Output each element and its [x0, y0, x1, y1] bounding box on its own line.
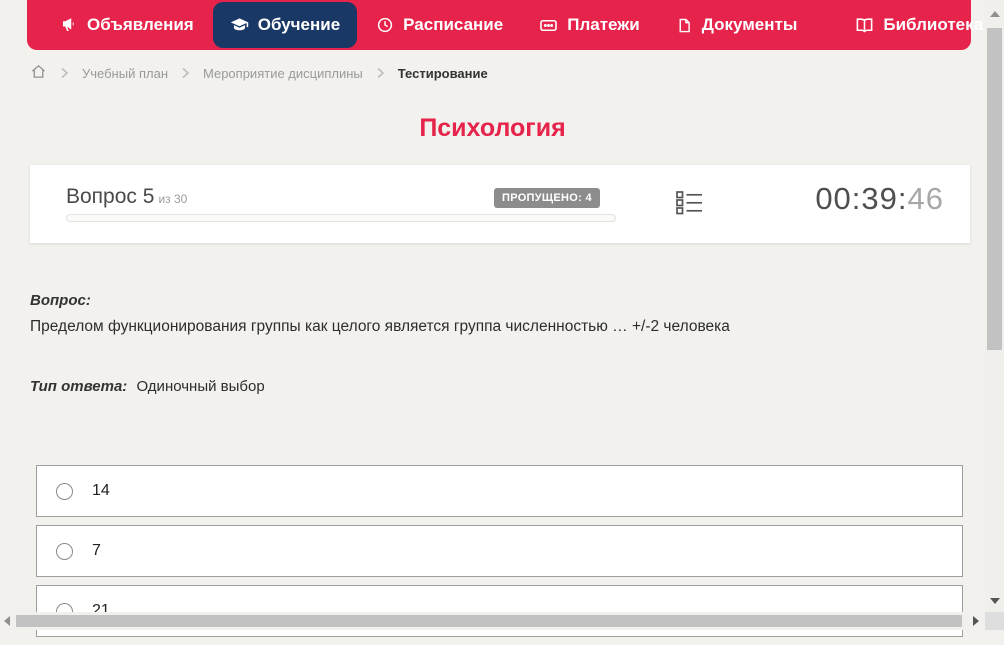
timer-hours-minutes: 00:39:	[815, 181, 908, 216]
answer-type-value: Одиночный выбор	[136, 378, 265, 395]
scrollbar-corner	[985, 612, 1004, 630]
timer-seconds: 46	[907, 181, 944, 216]
vertical-scrollbar-thumb[interactable]	[987, 28, 1002, 350]
breadcrumb-curriculum[interactable]: Учебный план	[82, 66, 168, 81]
graduation-cap-icon	[230, 16, 249, 35]
nav-item-library[interactable]: Библиотека	[838, 2, 1004, 48]
question-list-icon[interactable]	[675, 189, 704, 221]
breadcrumb-separator-icon	[181, 67, 190, 79]
radio-button[interactable]	[56, 482, 73, 500]
progress-bar	[66, 214, 616, 222]
answer-option-2[interactable]: 7	[36, 525, 963, 577]
payment-icon	[539, 16, 558, 35]
horizontal-scrollbar[interactable]	[0, 612, 985, 630]
horizontal-scrollbar-thumb[interactable]	[16, 615, 962, 627]
nav-item-payments[interactable]: Платежи	[522, 2, 657, 48]
main-nav: Объявления Обучение Расписание Платежи Д…	[27, 0, 1004, 50]
breadcrumb-discipline-event[interactable]: Мероприятие дисциплины	[203, 66, 363, 81]
document-icon	[676, 17, 693, 34]
nav-label: Библиотека	[883, 15, 984, 34]
megaphone-icon	[60, 16, 78, 34]
scroll-left-arrow-icon[interactable]	[4, 616, 10, 626]
vertical-scrollbar[interactable]	[985, 0, 1004, 612]
answer-option-1[interactable]: 14	[36, 465, 963, 517]
quiz-header-card: Вопрос 5 из 30 ПРОПУЩЕНО: 4 00:39:46	[30, 165, 970, 243]
question-counter: Вопрос 5 из 30	[66, 185, 187, 209]
answer-type-line: Тип ответа: Одиночный выбор	[30, 378, 265, 395]
breadcrumb: Учебный план Мероприятие дисциплины Тест…	[30, 62, 488, 84]
home-icon[interactable]	[30, 63, 47, 83]
answer-type-label: Тип ответа:	[30, 378, 128, 395]
scroll-up-arrow-icon[interactable]	[990, 11, 1000, 17]
nav-label: Документы	[701, 15, 798, 34]
nav-label: Объявления	[87, 15, 194, 34]
scroll-right-arrow-icon[interactable]	[973, 616, 979, 626]
nav-item-announcements[interactable]: Объявления	[43, 2, 211, 48]
breadcrumb-testing: Тестирование	[397, 65, 488, 81]
book-icon	[855, 16, 874, 35]
nav-label: Обучение	[257, 15, 341, 34]
nav-label: Платежи	[567, 15, 640, 34]
clock-icon	[376, 16, 394, 34]
skipped-badge: ПРОПУЩЕНО: 4	[494, 188, 600, 208]
option-label: 7	[92, 542, 101, 559]
nav-label: Расписание	[403, 15, 504, 34]
question-number: Вопрос 5	[66, 185, 155, 208]
scroll-down-arrow-icon[interactable]	[990, 598, 1000, 604]
nav-item-documents[interactable]: Документы	[659, 2, 815, 48]
nav-item-learning[interactable]: Обучение	[212, 2, 358, 48]
countdown-timer: 00:39:46	[815, 181, 944, 217]
breadcrumb-separator-icon	[376, 67, 385, 79]
question-total: из 30	[158, 192, 188, 206]
page-title: Психология	[419, 114, 566, 142]
breadcrumb-separator-icon	[60, 67, 69, 79]
option-label: 14	[92, 482, 110, 499]
question-prompt-label: Вопрос:	[30, 292, 91, 309]
radio-button[interactable]	[56, 542, 73, 560]
nav-item-schedule[interactable]: Расписание	[359, 2, 520, 48]
question-prompt-text: Пределом функционирования группы как цел…	[30, 318, 730, 335]
